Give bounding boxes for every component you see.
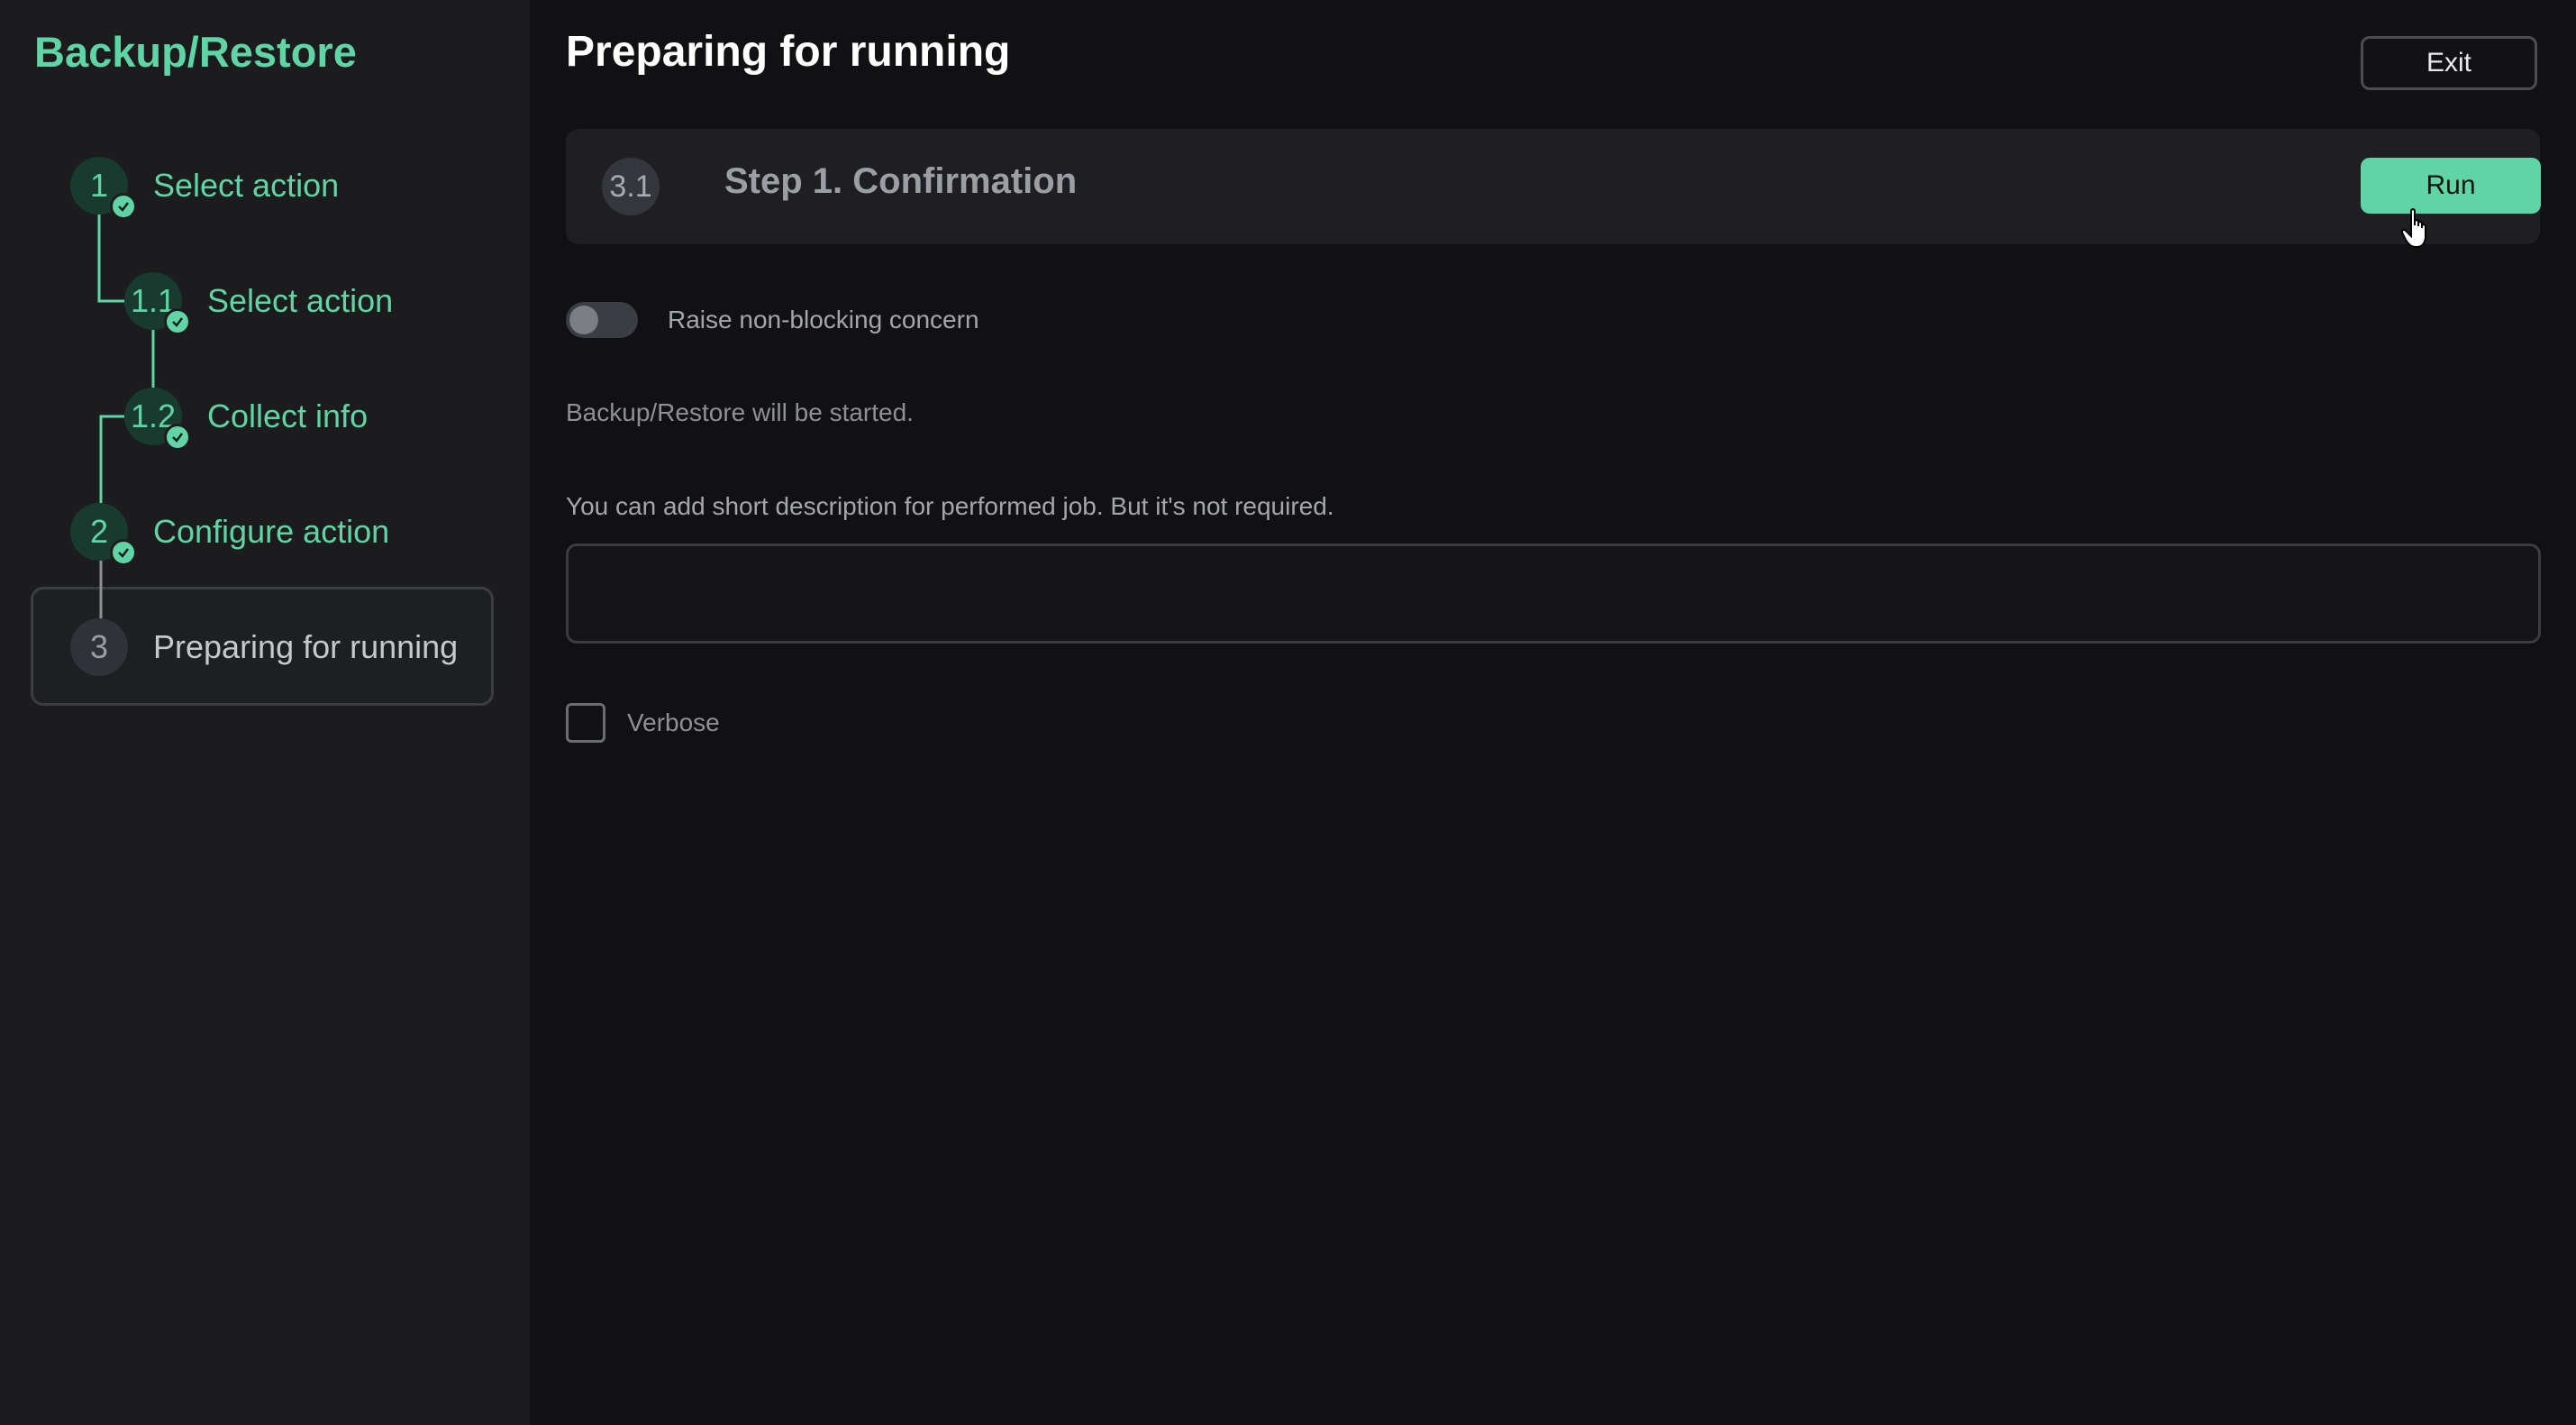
check-icon: [164, 424, 191, 451]
step-number: 1: [89, 167, 109, 204]
step-1-node: 1: [70, 157, 137, 220]
sidebar-item-collect-info[interactable]: Collect info: [207, 388, 368, 445]
sidebar-item-configure-action[interactable]: Configure action: [153, 503, 389, 561]
check-icon: [110, 539, 137, 566]
step-1-2-node: 1.2: [124, 388, 191, 451]
app-window: Backup/Restore 1 Select action 1.1 Selec…: [0, 0, 2576, 1425]
step-3-node: 3: [70, 618, 128, 676]
sidebar-item-select-action-sub[interactable]: Select action: [207, 272, 393, 330]
verbose-checkbox[interactable]: [566, 703, 605, 743]
description-label: You can add short description for perfor…: [566, 492, 1334, 520]
check-icon: [110, 193, 137, 220]
main-content: Preparing for running Exit 3.1 Step 1. C…: [530, 0, 2576, 1425]
sidebar-item-preparing-for-running[interactable]: Preparing for running: [153, 618, 458, 676]
sidebar: Backup/Restore 1 Select action 1.1 Selec…: [0, 0, 530, 1425]
step-number: 3: [89, 628, 109, 665]
run-button[interactable]: Run: [2361, 158, 2541, 214]
description-input[interactable]: [566, 544, 2541, 644]
sidebar-item-select-action[interactable]: Select action: [153, 157, 339, 215]
step-2-node: 2: [70, 503, 137, 566]
info-text: Backup/Restore will be started.: [566, 398, 914, 426]
exit-button[interactable]: Exit: [2361, 36, 2537, 90]
hand-cursor-icon: [2400, 208, 2426, 249]
step-card-number: 3.1: [602, 158, 660, 215]
step-card: 3.1 Step 1. Confirmation Run: [566, 129, 2541, 244]
raise-concern-toggle[interactable]: [566, 302, 638, 338]
raise-concern-label: Raise non-blocking concern: [668, 306, 979, 333]
step-1-1-node: 1.1: [124, 272, 191, 335]
step-card-title: Step 1. Confirmation: [724, 161, 1078, 201]
step-connectors: [97, 215, 155, 618]
page-title: Preparing for running: [566, 28, 1011, 76]
raise-concern-row: Raise non-blocking concern: [566, 301, 979, 339]
step-number: 2: [89, 513, 109, 550]
verbose-row: Verbose: [566, 703, 720, 743]
check-icon: [164, 308, 191, 335]
verbose-label: Verbose: [627, 708, 720, 736]
toggle-knob: [569, 306, 598, 334]
